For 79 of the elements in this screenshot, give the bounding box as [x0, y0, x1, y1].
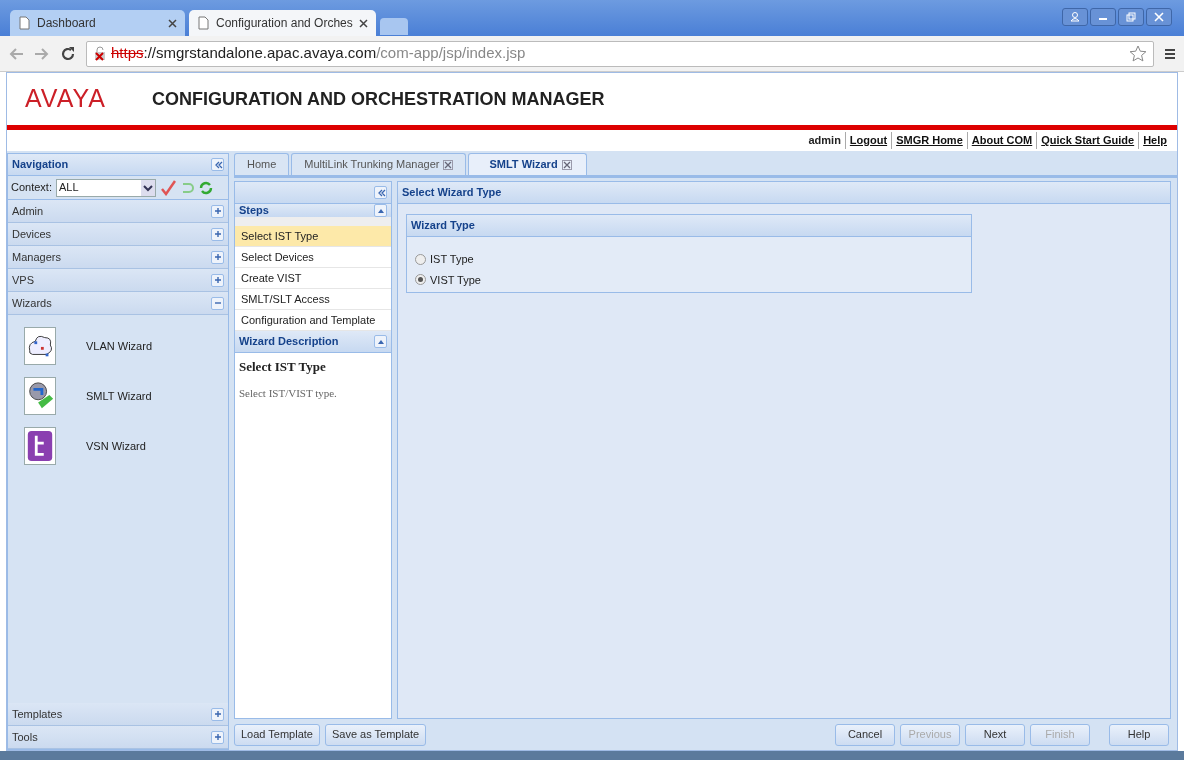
accordion-header[interactable]: Tools	[8, 726, 228, 749]
browser-tab[interactable]: Dashboard	[10, 10, 185, 36]
description-text: Select IST/VIST type.	[239, 385, 338, 401]
close-icon[interactable]	[168, 18, 177, 28]
radio-option[interactable]: IST Type	[415, 251, 963, 268]
page-icon	[18, 16, 31, 30]
reload-icon[interactable]	[60, 45, 76, 62]
wizard-button[interactable]: Help	[1109, 723, 1169, 746]
wizard-button[interactable]: Next	[965, 723, 1025, 746]
plus-icon	[212, 206, 223, 216]
wizard-button[interactable]: Cancel	[835, 723, 895, 746]
expand-button[interactable]	[211, 227, 224, 241]
accordion-header[interactable]: Managers	[8, 246, 228, 269]
checkmark-icon[interactable]	[159, 179, 176, 196]
accordion-header[interactable]: VPS	[8, 269, 228, 292]
context-select[interactable]: ALL	[55, 178, 156, 197]
accordion-header[interactable]: Wizards	[8, 292, 228, 315]
expand-button[interactable]	[211, 730, 224, 744]
collapse-button[interactable]	[211, 158, 224, 171]
header-link[interactable]: SMGR Home	[891, 132, 967, 149]
page-icon	[197, 16, 210, 30]
user-name: admin	[808, 133, 841, 149]
wizard-link[interactable]: VLAN Wizard	[86, 337, 153, 355]
step-item[interactable]: Select IST Type	[235, 226, 391, 247]
close-icon[interactable]	[561, 159, 572, 170]
template-button[interactable]: Load Template	[234, 723, 320, 746]
forward-icon[interactable]	[34, 46, 50, 61]
close-icon[interactable]	[443, 159, 454, 170]
plus-icon	[212, 275, 223, 285]
wizard-link[interactable]: SMLT Wizard	[86, 387, 152, 405]
content-tab[interactable]: MultiLink Trunking Manager	[291, 153, 467, 175]
content-tab[interactable]: SMLT Wizard	[468, 153, 587, 175]
menu-icon[interactable]	[1164, 46, 1176, 61]
plus-icon	[212, 732, 223, 742]
content-tab[interactable]: Home	[234, 153, 290, 175]
panel-title: Navigation	[12, 157, 69, 173]
plus-icon	[212, 229, 223, 239]
accordion-header[interactable]: Admin	[8, 200, 228, 223]
step-item[interactable]: Select Devices	[235, 247, 391, 268]
context-label: Context:	[11, 180, 52, 196]
close-icon[interactable]	[358, 18, 368, 28]
dropdown-icon	[140, 179, 155, 196]
step-item[interactable]: SMLT/SLT Access	[235, 289, 391, 310]
panel-title: Wizard Description	[239, 334, 339, 350]
header-link[interactable]: Help	[1138, 132, 1171, 149]
refresh-icon[interactable]	[197, 179, 214, 196]
group-title: Wizard Type	[411, 218, 475, 234]
browser-tab[interactable]: Configuration and Orches	[189, 10, 376, 36]
expand-button[interactable]	[211, 273, 224, 287]
restore-icon[interactable]	[1124, 10, 1138, 24]
profile-icon[interactable]	[1068, 10, 1082, 24]
panel-title: Steps	[239, 203, 269, 219]
header-link[interactable]: About COM	[966, 132, 1037, 149]
panel-title: Select Wizard Type	[402, 185, 502, 201]
wizard-link[interactable]: VSN Wizard	[86, 437, 146, 455]
plus-icon	[212, 709, 223, 719]
expand-button[interactable]	[211, 204, 224, 218]
header-link[interactable]: Logout	[844, 132, 892, 149]
app-title: CONFIGURATION AND ORCHESTRATION MANAGER	[151, 87, 605, 111]
new-tab-button[interactable]	[379, 18, 408, 35]
step-item[interactable]: Create VIST	[235, 268, 391, 289]
header-link[interactable]: Quick Start Guide	[1036, 132, 1139, 149]
expand-button[interactable]	[211, 707, 224, 721]
star-icon[interactable]	[1129, 44, 1147, 63]
back-icon[interactable]	[8, 46, 24, 61]
url-text: https://smgrstandalone.apac.avaya.com/com-app/jsp/index.jsp	[111, 43, 526, 64]
accordion-header[interactable]: Devices	[8, 223, 228, 246]
expand-button[interactable]	[211, 250, 224, 264]
collapse-button[interactable]	[211, 296, 224, 310]
radio-option[interactable]: VIST Type	[415, 271, 963, 288]
address-bar[interactable]: https://smgrstandalone.apac.avaya.com/com-app/jsp/index.jsp	[86, 40, 1154, 67]
logo: AVAYA	[25, 83, 106, 115]
template-button[interactable]: Save as Template	[324, 723, 427, 746]
plus-icon	[212, 252, 223, 262]
collapse-button[interactable]	[374, 204, 387, 217]
collapse-button[interactable]	[374, 335, 387, 348]
collapse-button[interactable]	[374, 186, 387, 199]
description-heading: Select IST Type	[239, 358, 327, 376]
accordion-header[interactable]: Templates	[8, 703, 228, 726]
